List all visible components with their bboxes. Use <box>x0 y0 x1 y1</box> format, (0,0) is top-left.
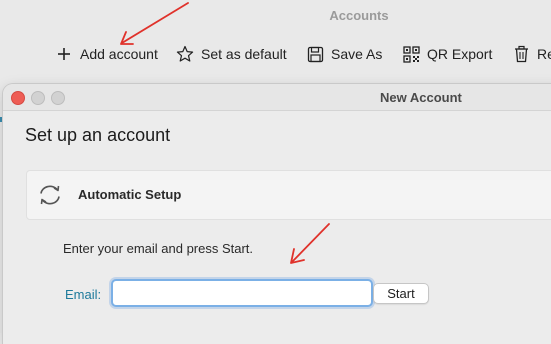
qr-export-label: QR Export <box>427 46 493 62</box>
dialog-title: New Account <box>380 90 462 105</box>
instruction-text: Enter your email and press Start. <box>63 241 254 256</box>
sync-arrows-icon <box>37 183 63 207</box>
accounts-toolbar: Add account Set as default Save As QR Ex… <box>0 40 551 68</box>
accounts-window-title: Accounts <box>329 8 389 23</box>
automatic-setup-label: Automatic Setup <box>78 187 182 202</box>
save-as-label: Save As <box>331 46 383 62</box>
set-as-default-label: Set as default <box>201 46 287 62</box>
remove-account-button[interactable]: Re <box>512 40 551 68</box>
start-button[interactable]: Start <box>373 283 429 304</box>
star-icon <box>176 45 194 63</box>
email-label: Email: <box>65 287 102 302</box>
save-as-button[interactable]: Save As <box>306 40 382 68</box>
add-account-label: Add account <box>80 46 158 62</box>
qr-code-icon <box>402 45 420 63</box>
trash-icon <box>512 45 530 63</box>
qr-export-button[interactable]: QR Export <box>402 40 492 68</box>
zoom-window-button[interactable] <box>51 91 65 105</box>
minimize-window-button[interactable] <box>31 91 45 105</box>
close-window-button[interactable] <box>11 91 25 105</box>
page-title: Set up an account <box>25 125 171 145</box>
remove-account-label: Re <box>537 46 551 62</box>
plus-icon <box>55 45 73 63</box>
email-field[interactable] <box>111 279 373 307</box>
automatic-setup-panel[interactable]: Automatic Setup <box>26 170 551 220</box>
dialog-titlebar: New Account <box>3 84 551 111</box>
new-account-dialog: New Account Set up an account Automatic … <box>3 84 551 344</box>
add-account-button[interactable]: Add account <box>55 40 158 68</box>
set-as-default-button[interactable]: Set as default <box>176 40 287 68</box>
floppy-disk-icon <box>306 45 324 63</box>
